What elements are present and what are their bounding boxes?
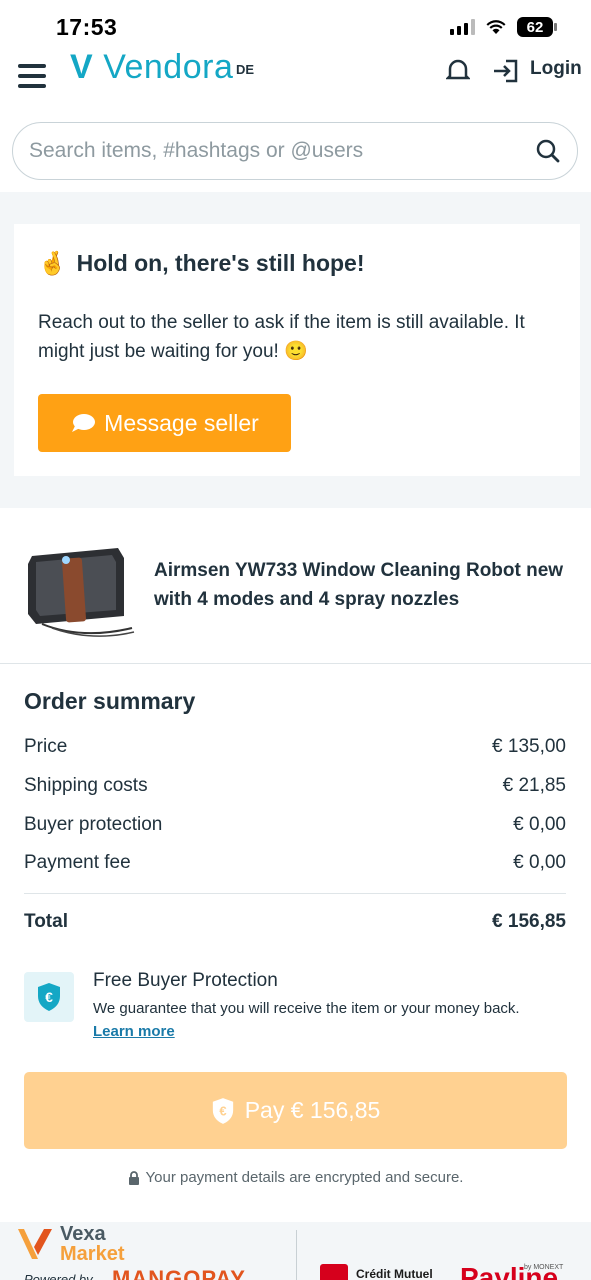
brand-logo[interactable]: V Vendora <box>70 50 233 87</box>
vexa-line2: Market <box>60 1243 125 1265</box>
shield-euro-icon: € <box>38 983 60 1011</box>
order-summary-title: Order summary <box>24 688 196 714</box>
product-title[interactable]: Airmsen YW733 Window Cleaning Robot new … <box>154 556 564 614</box>
message-seller-label: Message seller <box>104 409 259 436</box>
summary-value: € 21,85 <box>502 775 566 796</box>
summary-row-buyer-protection: Buyer protection € 0,00 <box>24 814 566 836</box>
summary-divider <box>24 893 566 894</box>
learn-more-link[interactable]: Learn more <box>93 1023 175 1040</box>
menu-icon[interactable] <box>18 64 46 94</box>
credit-mutuel-icon <box>320 1264 348 1280</box>
total-label: Total <box>24 911 68 932</box>
summary-row-shipping: Shipping costs € 21,85 <box>24 775 566 797</box>
vexa-market-wordmark: Vexa Market <box>60 1224 124 1264</box>
buyer-protection-badge: € <box>24 972 74 1022</box>
search-icon[interactable] <box>535 138 561 164</box>
login-link[interactable]: Login <box>530 58 582 80</box>
credit-mutuel-text: Crédit Mutuel <box>356 1267 433 1280</box>
status-time: 17:53 <box>56 13 118 40</box>
brand-mark: V <box>70 50 94 86</box>
seller-contact-card: 🤞 Hold on, there's still hope! Reach out… <box>14 224 580 476</box>
vexa-logo-icon <box>18 1229 52 1259</box>
notice-title: 🤞 Hold on, there's still hope! <box>38 250 365 277</box>
cellular-signal-icon <box>450 19 475 35</box>
mangopay-logo: MANGOPAY <box>112 1266 246 1280</box>
total-value: € 156,85 <box>492 911 566 932</box>
product-image[interactable] <box>22 528 138 644</box>
vexa-line1: Vexa <box>60 1223 106 1245</box>
summary-row-payment-fee: Payment fee € 0,00 <box>24 852 566 874</box>
summary-value: € 0,00 <box>513 814 566 835</box>
search-input[interactable] <box>29 139 535 163</box>
wifi-icon <box>486 20 506 34</box>
secure-payment-text: Your payment details are encrypted and s… <box>145 1169 464 1186</box>
shield-euro-icon: € <box>212 1097 233 1124</box>
svg-text:€: € <box>219 1103 226 1118</box>
region-label: DE <box>236 62 255 77</box>
brand-name: Vendora <box>103 50 234 86</box>
chat-bubble-icon <box>72 414 96 432</box>
message-seller-button[interactable]: Message seller <box>38 394 291 452</box>
secure-payment-note: Your payment details are encrypted and s… <box>0 1169 591 1186</box>
notice-text: Reach out to the seller to ask if the it… <box>38 312 525 362</box>
payline-by-label: by MONEXT <box>524 1264 564 1271</box>
battery-icon: 62 <box>517 17 557 37</box>
search-bar[interactable] <box>12 122 578 180</box>
credit-mutuel-logo: Crédit Mutuel <box>320 1264 433 1280</box>
footer-separator <box>296 1230 297 1280</box>
status-icons: 62 <box>450 17 557 37</box>
pay-button[interactable]: € Pay € 156,85 <box>24 1072 567 1149</box>
product-row[interactable]: Airmsen YW733 Window Cleaning Robot new … <box>0 508 591 664</box>
login-icon[interactable] <box>492 58 520 84</box>
powered-by-label: Powered by <box>24 1272 93 1280</box>
payment-partners-footer: Vexa Market Powered by MANGOPAY Crédit M… <box>0 1222 591 1280</box>
summary-row-total: Total € 156,85 <box>24 911 566 933</box>
app-header: V Vendora Login <box>0 50 591 100</box>
buyer-protection-title: Free Buyer Protection <box>93 970 278 991</box>
summary-label: Shipping costs <box>24 775 148 796</box>
fingers-crossed-icon: 🤞 <box>38 250 67 276</box>
bell-icon[interactable] <box>446 58 470 84</box>
svg-text:€: € <box>45 989 53 1005</box>
summary-label: Buyer protection <box>24 814 163 835</box>
summary-label: Price <box>24 736 68 757</box>
pay-button-label: Pay € 156,85 <box>244 1097 381 1123</box>
lock-icon <box>128 1170 139 1185</box>
summary-label: Payment fee <box>24 852 131 873</box>
summary-row-price: Price € 135,00 <box>24 736 566 758</box>
notice-title-text: Hold on, there's still hope! <box>76 250 365 276</box>
buyer-protection-text: We guarantee that you will receive the i… <box>93 1000 520 1017</box>
summary-value: € 135,00 <box>492 736 566 757</box>
summary-value: € 0,00 <box>513 852 566 873</box>
vexa-market-logo: Vexa Market <box>16 1224 124 1264</box>
